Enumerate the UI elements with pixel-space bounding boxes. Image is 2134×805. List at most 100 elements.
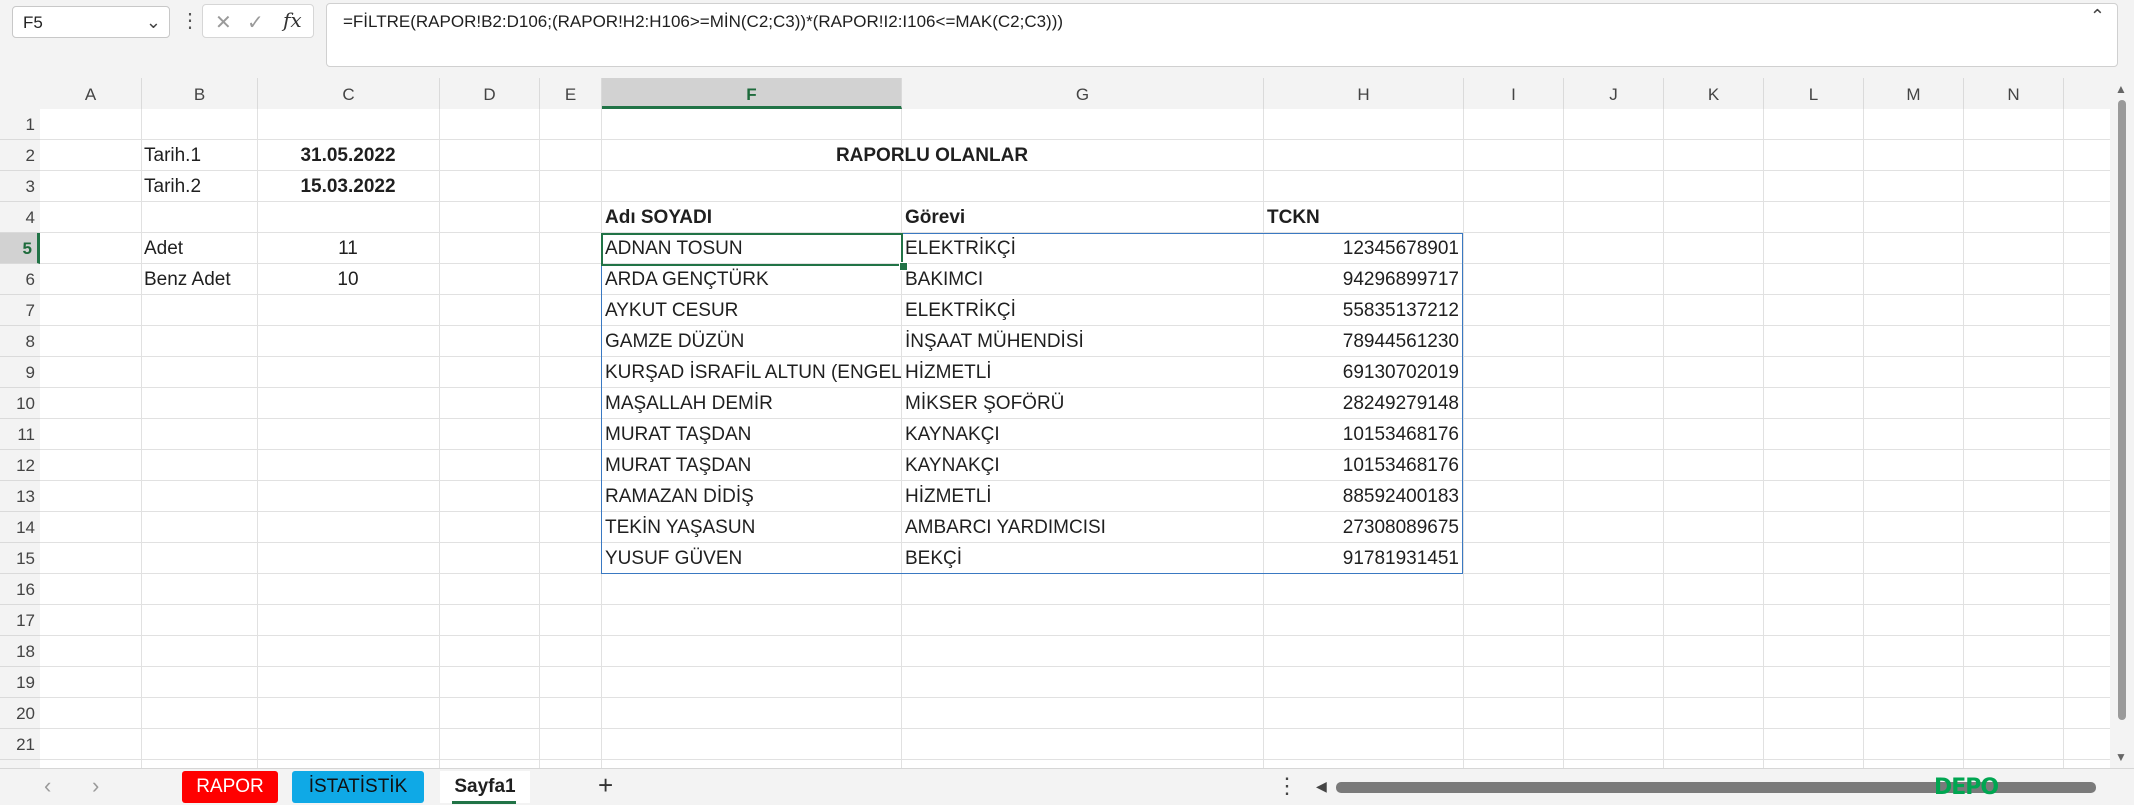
- record-job[interactable]: HİZMETLİ: [905, 481, 992, 512]
- row-header-10[interactable]: 10: [0, 388, 40, 419]
- record-name[interactable]: ARDA GENÇTÜRK: [605, 264, 769, 295]
- report-title[interactable]: RAPORLU OLANLAR: [601, 140, 1263, 171]
- name-box[interactable]: F5 ⌄: [12, 6, 170, 38]
- record-job[interactable]: İNŞAAT MÜHENDİSİ: [905, 326, 1084, 357]
- row-header-13[interactable]: 13: [0, 481, 40, 512]
- row-header-3[interactable]: 3: [0, 171, 40, 202]
- formula-text[interactable]: =FİLTRE(RAPOR!B2:D106;(RAPOR!H2:H106>=Mİ…: [343, 12, 1063, 32]
- record-id[interactable]: 10153468176: [1263, 419, 1459, 450]
- record-job[interactable]: AMBARCI YARDIMCISI: [905, 512, 1106, 543]
- row-header-21[interactable]: 21: [0, 729, 40, 760]
- cell-c3[interactable]: 15.03.2022: [257, 171, 439, 202]
- column-header-k[interactable]: K: [1664, 78, 1764, 109]
- cell-b5[interactable]: Adet: [144, 233, 183, 264]
- row-header-15[interactable]: 15: [0, 543, 40, 574]
- row-header-18[interactable]: 18: [0, 636, 40, 667]
- row-header-16[interactable]: 16: [0, 574, 40, 605]
- record-name[interactable]: YUSUF GÜVEN: [605, 543, 742, 574]
- chevron-right-icon[interactable]: ›: [92, 773, 99, 799]
- column-header-d[interactable]: D: [440, 78, 540, 109]
- cell-b3[interactable]: Tarih.2: [144, 171, 201, 202]
- column-header-a[interactable]: A: [40, 78, 142, 109]
- fill-handle[interactable]: [899, 262, 908, 271]
- record-job[interactable]: HİZMETLİ: [905, 357, 992, 388]
- cell-area[interactable]: Tarih.1 31.05.2022 Tarih.2 15.03.2022 Ad…: [40, 109, 2110, 768]
- record-job[interactable]: ELEKTRİKÇİ: [905, 233, 1016, 264]
- row-header-4[interactable]: 4: [0, 202, 40, 233]
- record-name[interactable]: RAMAZAN DİDİŞ: [605, 481, 754, 512]
- row-header-12[interactable]: 12: [0, 450, 40, 481]
- tab-istatistik[interactable]: İSTATİSTİK: [292, 771, 424, 803]
- active-cell-f5[interactable]: [601, 233, 903, 266]
- row-header-19[interactable]: 19: [0, 667, 40, 698]
- tab-rapor[interactable]: RAPOR: [182, 771, 278, 803]
- column-header-h[interactable]: H: [1264, 78, 1464, 109]
- scroll-down-icon[interactable]: ▼: [2115, 750, 2127, 764]
- record-name[interactable]: MURAT TAŞDAN: [605, 419, 751, 450]
- scroll-left-icon[interactable]: ◀: [1316, 778, 1327, 795]
- header-id[interactable]: TCKN: [1267, 202, 1320, 233]
- scroll-up-icon[interactable]: ▲: [2115, 82, 2127, 96]
- cell-b6[interactable]: Benz Adet: [144, 264, 231, 295]
- cell-c2[interactable]: 31.05.2022: [257, 140, 439, 171]
- tab-options-icon[interactable]: ⋮: [1276, 773, 1298, 799]
- row-header-8[interactable]: 8: [0, 326, 40, 357]
- record-job[interactable]: BAKIMCI: [905, 264, 983, 295]
- tab-sayfa1[interactable]: Sayfa1: [440, 771, 530, 803]
- vertical-scrollbar[interactable]: ▲ ▼: [2110, 78, 2134, 768]
- record-name[interactable]: MAŞALLAH DEMİR: [605, 388, 773, 419]
- record-id[interactable]: 94296899717: [1263, 264, 1459, 295]
- record-id[interactable]: 28249279148: [1263, 388, 1459, 419]
- record-name[interactable]: TEKİN YAŞASUN: [605, 512, 755, 543]
- record-id[interactable]: 12345678901: [1263, 233, 1459, 264]
- record-job[interactable]: KAYNAKÇI: [905, 419, 1000, 450]
- record-name[interactable]: AYKUT CESUR: [605, 295, 738, 326]
- record-id[interactable]: 88592400183: [1263, 481, 1459, 512]
- column-header-j[interactable]: J: [1564, 78, 1664, 109]
- row-header-5[interactable]: 5: [0, 233, 40, 264]
- cancel-icon[interactable]: ✕: [215, 10, 232, 35]
- record-name[interactable]: GAMZE DÜZÜN: [605, 326, 744, 357]
- column-header-g[interactable]: G: [902, 78, 1264, 109]
- chevron-left-icon[interactable]: ‹: [44, 773, 51, 799]
- header-name[interactable]: Adı SOYADI: [605, 202, 712, 233]
- column-header-c[interactable]: C: [258, 78, 440, 109]
- row-header-14[interactable]: 14: [0, 512, 40, 543]
- header-job[interactable]: Görevi: [905, 202, 965, 233]
- row-header-2[interactable]: 2: [0, 140, 40, 171]
- record-name[interactable]: MURAT TAŞDAN: [605, 450, 751, 481]
- column-header-m[interactable]: M: [1864, 78, 1964, 109]
- record-id[interactable]: 55835137212: [1263, 295, 1459, 326]
- column-header-n[interactable]: N: [1964, 78, 2064, 109]
- column-header-e[interactable]: E: [540, 78, 602, 109]
- column-header-f[interactable]: F: [602, 78, 902, 109]
- check-icon[interactable]: ✓: [247, 10, 264, 35]
- record-job[interactable]: MİKSER ŞOFÖRÜ: [905, 388, 1064, 419]
- row-header-20[interactable]: 20: [0, 698, 40, 729]
- record-id[interactable]: 69130702019: [1263, 357, 1459, 388]
- record-id[interactable]: 91781931451: [1263, 543, 1459, 574]
- cell-c6[interactable]: 10: [257, 264, 439, 295]
- record-job[interactable]: ELEKTRİKÇİ: [905, 295, 1016, 326]
- insert-function-icon[interactable]: fx: [283, 8, 302, 32]
- cell-c5[interactable]: 11: [257, 233, 439, 264]
- chevron-down-icon[interactable]: ⌄: [146, 12, 161, 33]
- record-job[interactable]: KAYNAKÇI: [905, 450, 1000, 481]
- row-header-6[interactable]: 6: [0, 264, 40, 295]
- column-header-b[interactable]: B: [142, 78, 258, 109]
- row-header-9[interactable]: 9: [0, 357, 40, 388]
- column-header-i[interactable]: I: [1464, 78, 1564, 109]
- record-id[interactable]: 27308089675: [1263, 512, 1459, 543]
- vertical-dots-icon[interactable]: ⋮: [180, 6, 200, 38]
- record-name[interactable]: KURŞAD İSRAFİL ALTUN (ENGEL: [605, 357, 901, 388]
- chevron-up-icon[interactable]: ⌃: [2090, 6, 2105, 27]
- record-job[interactable]: BEKÇİ: [905, 543, 962, 574]
- record-id[interactable]: 78944561230: [1263, 326, 1459, 357]
- row-header-17[interactable]: 17: [0, 605, 40, 636]
- row-header-7[interactable]: 7: [0, 295, 40, 326]
- add-sheet-button[interactable]: +: [598, 770, 613, 801]
- column-header-l[interactable]: L: [1764, 78, 1864, 109]
- row-header-11[interactable]: 11: [0, 419, 40, 450]
- formula-input[interactable]: =FİLTRE(RAPOR!B2:D106;(RAPOR!H2:H106>=Mİ…: [326, 3, 2118, 67]
- record-id[interactable]: 10153468176: [1263, 450, 1459, 481]
